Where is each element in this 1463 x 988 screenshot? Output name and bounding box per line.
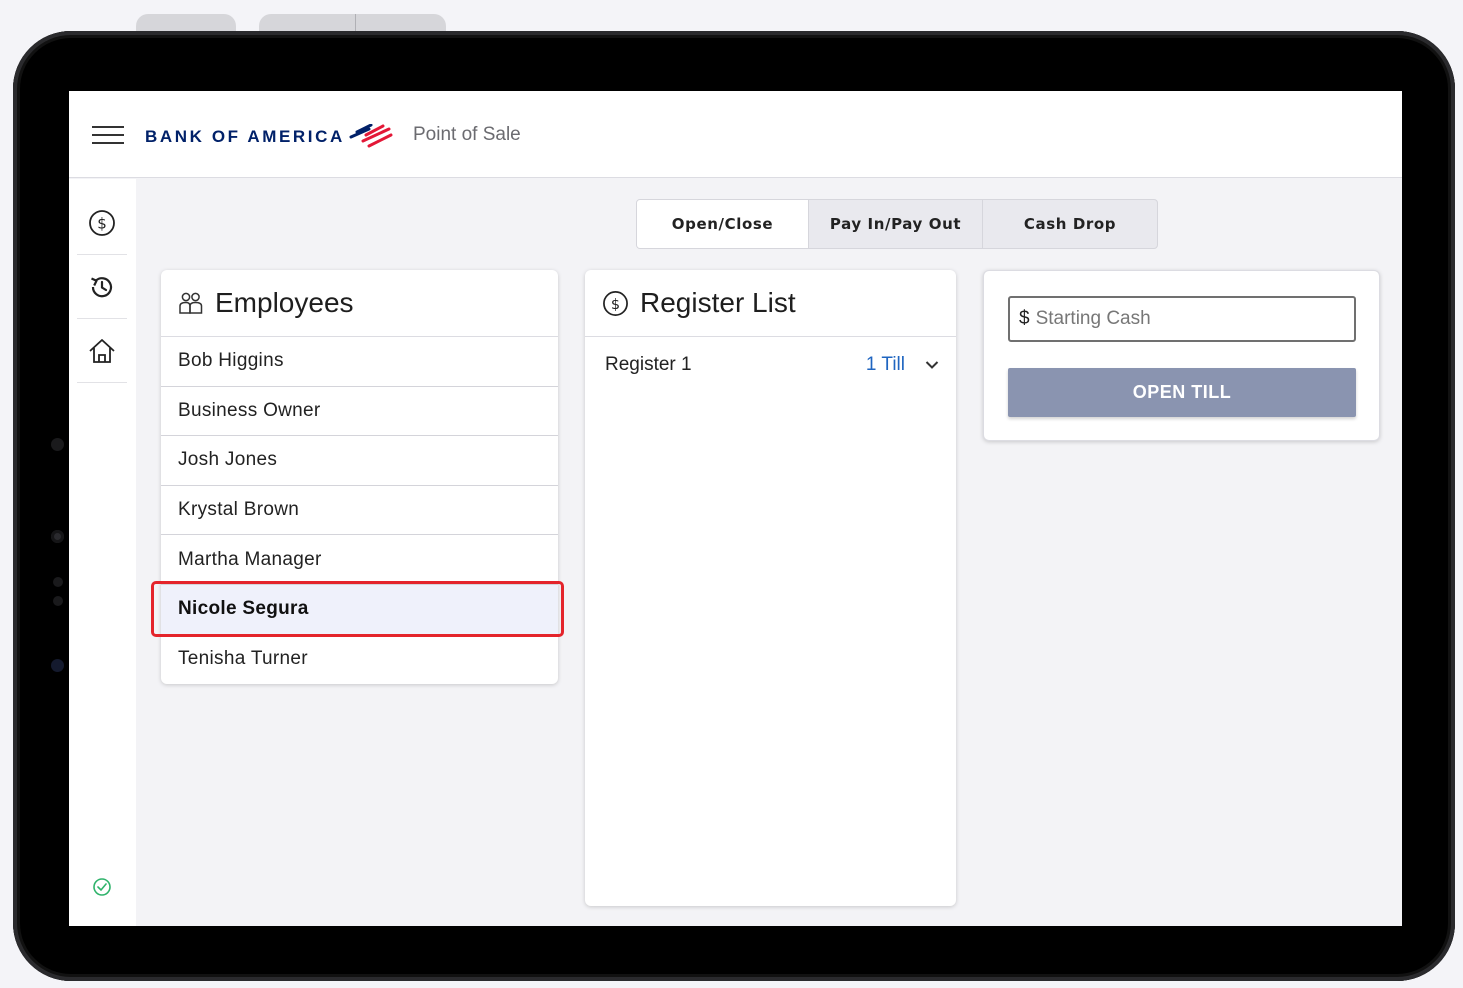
starting-cash-input[interactable] [1035,308,1336,330]
device-sensor [51,438,64,451]
mode-tabs: Open/Close Pay In/Pay Out Cash Drop [636,199,1158,249]
device-sensor [53,577,63,587]
brand-logo: BANK OF AMERICA [145,122,393,152]
rail-item-home[interactable] [77,319,127,383]
flag-logo-icon [349,124,393,148]
open-till-card: $ OPEN TILL [983,270,1380,441]
register-name: Register 1 [605,354,692,375]
tab-cash-drop[interactable]: Cash Drop [983,200,1157,248]
check-circle-icon [93,878,111,896]
svg-text:$: $ [97,214,107,232]
chevron-down-icon[interactable] [925,360,939,370]
rail-item-history[interactable] [77,255,127,319]
employee-item[interactable]: Martha Manager [161,535,558,585]
employee-item[interactable]: Business Owner [161,387,558,437]
register-list-title: Register List [640,287,796,318]
starting-cash-field[interactable]: $ [1008,296,1356,342]
employee-item[interactable]: Bob Higgins [161,337,558,387]
currency-symbol: $ [1019,308,1030,329]
app-title: Point of Sale [413,124,521,145]
dollar-circle-icon: $ [603,290,628,316]
till-count: 1 Till [865,354,905,375]
dollar-circle-icon: $ [89,209,115,236]
app-screen: BANK OF AMERICA Point of Sale $ Open/Clo… [69,91,1402,926]
people-icon [179,292,203,314]
side-rail: $ [69,179,136,926]
home-icon [89,338,115,363]
svg-text:$: $ [611,296,620,312]
employees-card: Employees Bob Higgins Business Owner Jos… [161,270,558,684]
device-camera [51,530,64,543]
employees-header: Employees [161,270,558,337]
employee-item[interactable]: Josh Jones [161,436,558,486]
menu-icon[interactable] [92,126,124,146]
tab-pay-in-pay-out[interactable]: Pay In/Pay Out [809,200,983,248]
brand-name: BANK OF AMERICA [145,127,345,146]
history-icon [91,276,113,297]
device-sensor [53,596,63,606]
app-header: BANK OF AMERICA Point of Sale [69,91,1402,178]
employee-item[interactable]: Tenisha Turner [161,635,558,685]
register-list-header: $ Register List [585,270,956,337]
register-row[interactable]: Register 1 1 Till [585,337,956,393]
open-till-button[interactable]: OPEN TILL [1008,368,1356,417]
employee-item-selected[interactable]: Nicole Segura [161,584,558,635]
device-sensor [51,659,64,672]
tab-open-close[interactable]: Open/Close [637,200,809,248]
register-list-card: $ Register List Register 1 1 Till [585,270,956,906]
employee-item[interactable]: Krystal Brown [161,486,558,536]
employees-title: Employees [215,287,354,318]
rail-item-till[interactable]: $ [77,191,127,255]
